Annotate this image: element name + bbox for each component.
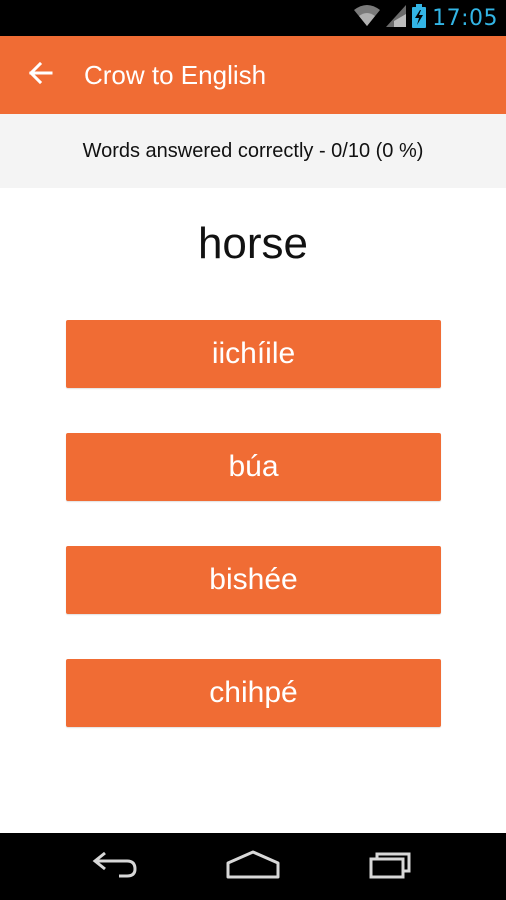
nav-back-button[interactable]	[75, 837, 155, 897]
app-screen: 17:05 Crow to English Words answered cor…	[0, 0, 506, 900]
page-title: Crow to English	[84, 59, 267, 90]
answer-button-2[interactable]: búa	[66, 433, 441, 501]
prompt-word: horse	[197, 219, 309, 268]
wifi-icon	[354, 4, 381, 32]
back-button[interactable]	[0, 36, 80, 114]
app-bar: Crow to English	[0, 36, 506, 114]
status-bar: 17:05	[0, 0, 506, 36]
nav-bar	[0, 833, 506, 900]
answer-button-1[interactable]: iichíile	[66, 320, 441, 388]
recent-apps-icon	[367, 849, 415, 884]
answer-list: iichíile búa bishée chihpé	[66, 320, 441, 772]
answer-button-3[interactable]: bishée	[66, 546, 441, 614]
status-time: 17:05	[432, 5, 498, 31]
answer-button-4[interactable]: chihpé	[66, 659, 441, 727]
back-icon	[91, 849, 139, 884]
status-icons: 17:05	[354, 0, 498, 36]
score-text: Words answered correctly - 0/10 (0 %)	[82, 139, 424, 162]
arrow-left-icon	[27, 60, 53, 91]
nav-recent-apps-button[interactable]	[351, 837, 431, 897]
signal-icon	[386, 4, 407, 32]
battery-charging-icon	[412, 3, 427, 33]
home-icon	[226, 849, 280, 884]
score-bar: Words answered correctly - 0/10 (0 %)	[0, 114, 506, 188]
nav-home-button[interactable]	[213, 837, 293, 897]
